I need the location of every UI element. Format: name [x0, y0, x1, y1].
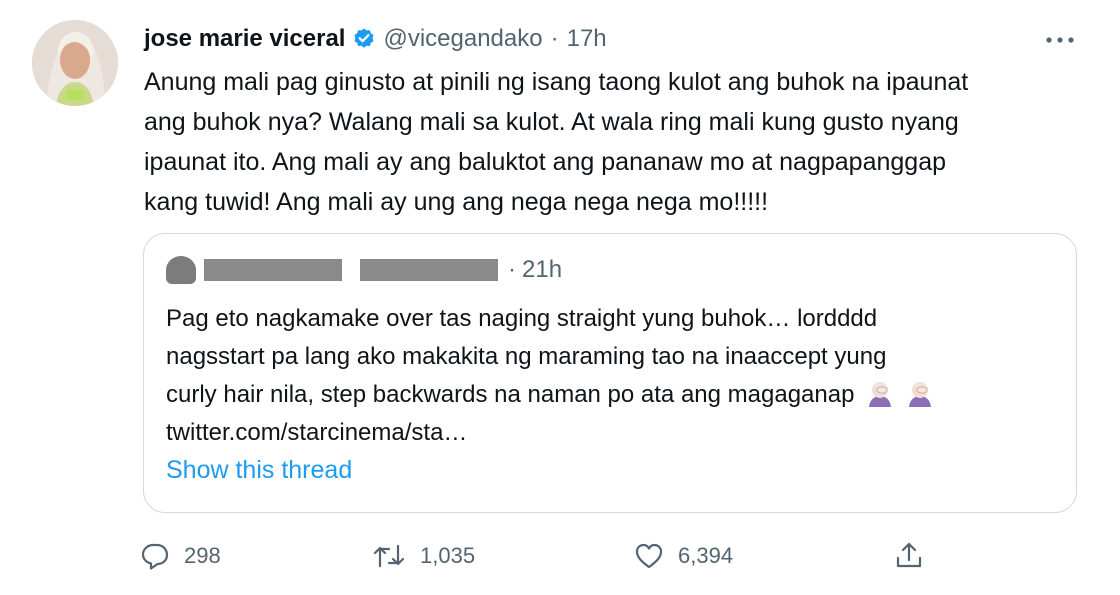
tweet-text: Anung mali pag ginusto at pinili ng isan… — [144, 68, 969, 216]
quoted-tweet-header: · 21h — [166, 254, 562, 286]
quoted-line: nagsstart pa lang ako makakita ng marami… — [166, 343, 887, 370]
quoted-link[interactable]: twitter.com/starcinema/sta… — [166, 414, 1056, 452]
quoted-line: curly hair nila, step backwards na naman… — [166, 381, 855, 408]
retweet-button[interactable]: 1,035 — [372, 535, 475, 577]
show-thread-link[interactable]: Show this thread — [166, 456, 352, 485]
reply-icon — [141, 543, 169, 570]
quoted-tweet[interactable]: · 21h Pag eto nagkamake over tas naging … — [143, 233, 1077, 513]
author-handle[interactable]: @vicegandako — [383, 25, 542, 53]
more-options-button[interactable] — [1038, 24, 1082, 56]
avatar-image — [32, 20, 118, 106]
retweet-count: 1,035 — [420, 543, 476, 568]
tweet-actions: 298 1,035 6,394 — [140, 535, 940, 577]
tweet: jose marie viceral @vicegandako · 17h An… — [0, 0, 1120, 595]
verified-badge-icon — [352, 27, 376, 51]
reply-button[interactable]: 298 — [140, 535, 221, 577]
avatar[interactable] — [32, 20, 118, 106]
header-separator: · — [550, 25, 559, 52]
quoted-separator: · — [508, 256, 516, 283]
quoted-line-with-emoji: curly hair nila, step backwards na naman… — [166, 376, 1056, 414]
author-name[interactable]: jose marie viceral — [144, 25, 345, 53]
like-button[interactable]: 6,394 — [634, 535, 733, 577]
tweet-header: jose marie viceral @vicegandako · 17h — [144, 22, 607, 56]
retweet-icon — [373, 544, 405, 568]
redacted-handle — [360, 259, 498, 281]
redacted-avatar — [166, 256, 196, 284]
person-facepalming-emoji — [906, 379, 934, 407]
quoted-tweet-text: Pag eto nagkamake over tas naging straig… — [166, 300, 1056, 452]
quoted-timestamp[interactable]: 21h — [522, 256, 562, 284]
person-facepalming-emoji — [866, 379, 894, 407]
tweet-timestamp[interactable]: 17h — [567, 25, 607, 53]
like-count: 6,394 — [678, 543, 734, 568]
share-button[interactable] — [894, 535, 924, 577]
quoted-line: Pag eto nagkamake over tas naging straig… — [166, 305, 878, 332]
like-icon — [635, 543, 663, 569]
more-icon — [1046, 37, 1074, 43]
redacted-name — [204, 259, 342, 281]
reply-count: 298 — [184, 543, 221, 568]
share-icon — [896, 542, 922, 568]
